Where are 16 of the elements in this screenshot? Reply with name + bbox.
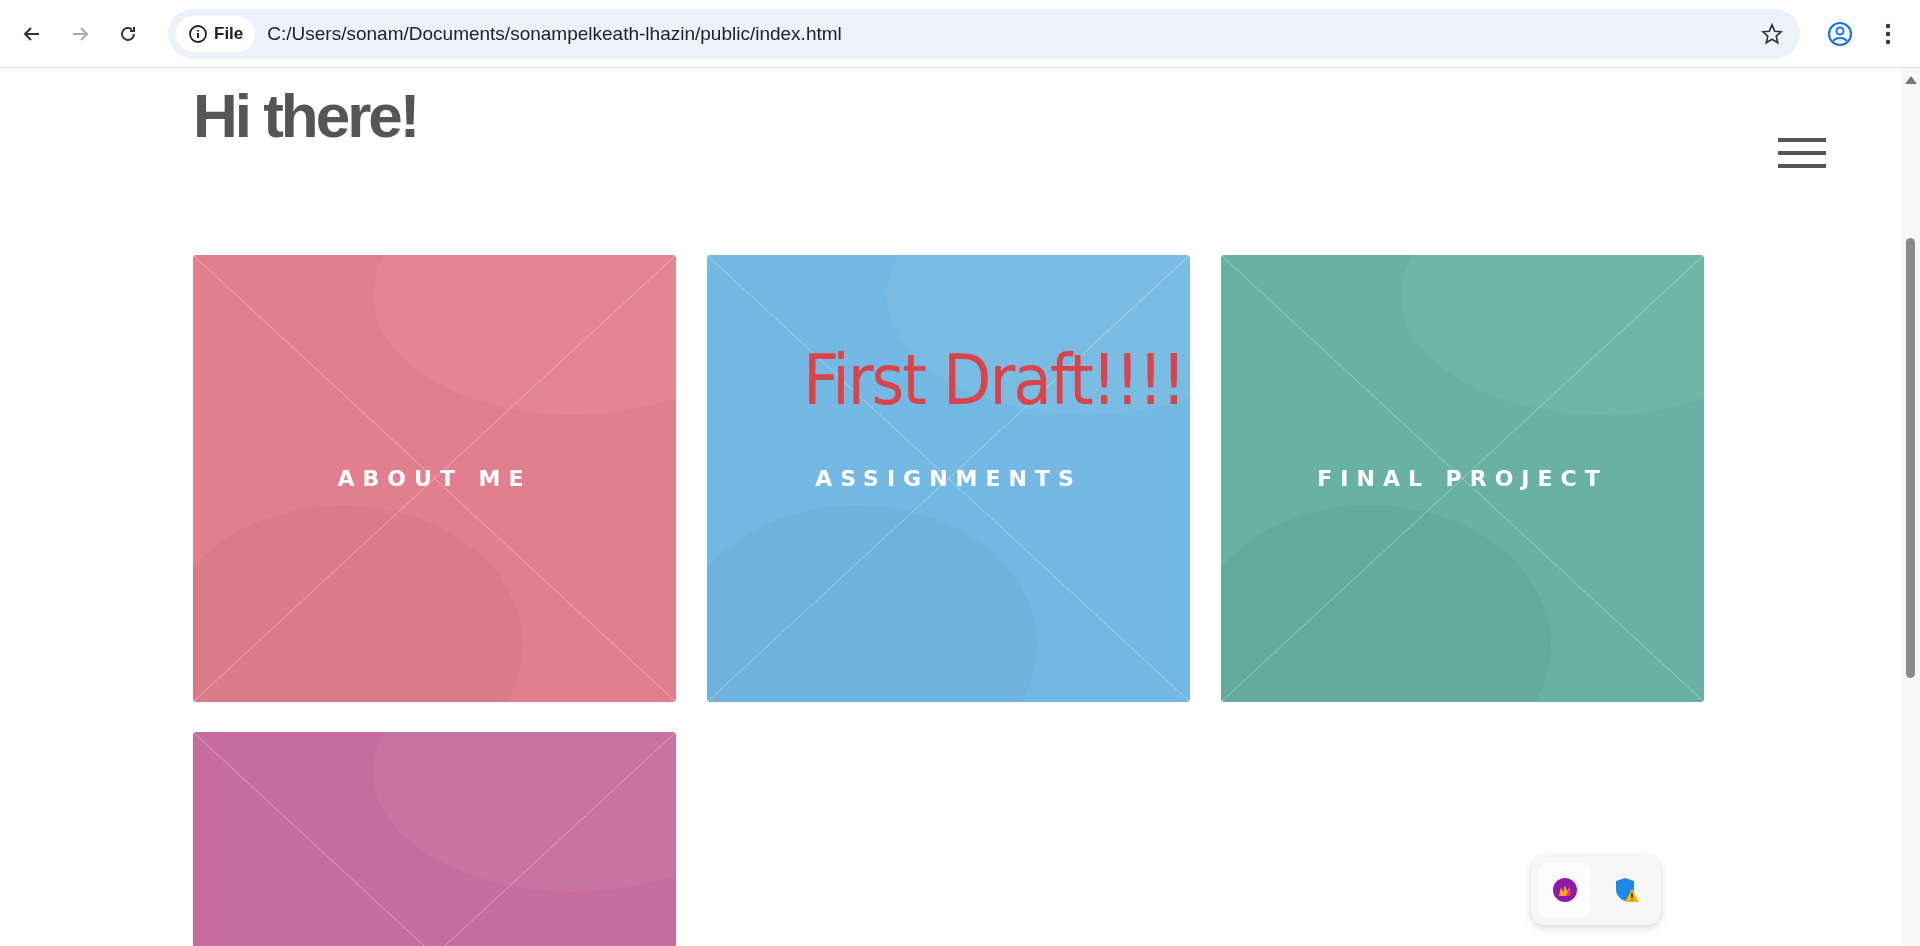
hamburger-menu-button[interactable]: [1778, 138, 1826, 168]
scroll-up-icon: [1905, 76, 1917, 84]
flame-icon: [1552, 877, 1578, 903]
shield-warning-icon: [1613, 876, 1641, 904]
site-info-button[interactable]: File: [176, 15, 256, 52]
project-card[interactable]: FINAL PROJECT: [1221, 255, 1704, 702]
star-icon: [1761, 22, 1783, 45]
extension-button[interactable]: [1539, 863, 1591, 917]
url-text: C:/Users/sonam/Documents/sonampelkeath-lhazin/public/index.html: [267, 22, 843, 45]
address-bar[interactable]: File C:/Users/sonam/Documents/sonampelkeath-lhazin/public/index.html: [168, 8, 1800, 59]
page-heading: Hi there!: [193, 80, 418, 151]
more-icon: [1885, 22, 1891, 45]
info-icon: [188, 23, 208, 44]
draft-text: First Draft!!!!: [803, 339, 1185, 421]
profile-icon: [1827, 20, 1853, 47]
project-card[interactable]: ABOUT ME: [193, 255, 676, 702]
